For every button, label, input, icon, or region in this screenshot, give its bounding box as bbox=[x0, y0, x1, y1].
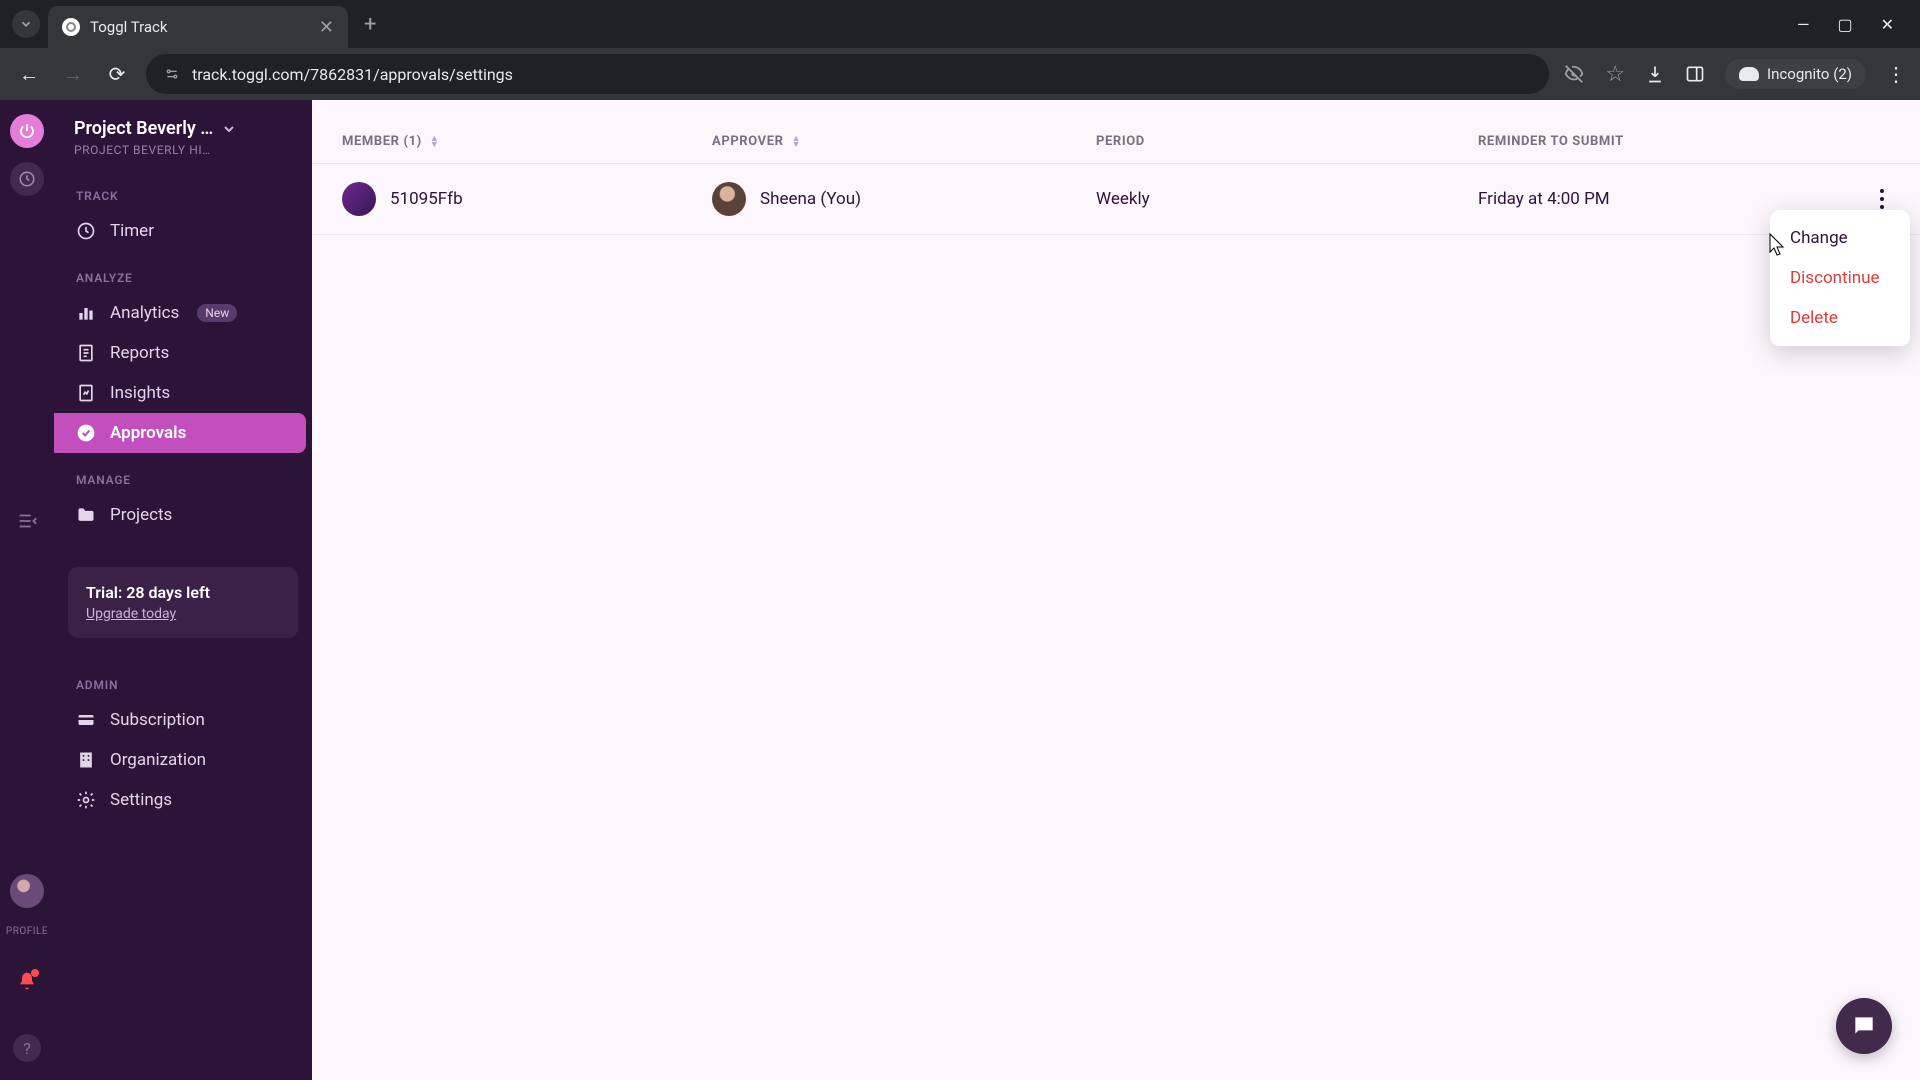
browser-chrome: Toggl Track ✕ + — ▢ ✕ ← → ⟳ track.toggl.… bbox=[0, 0, 1920, 100]
tab-close-icon[interactable]: ✕ bbox=[319, 17, 334, 38]
sidebar: Project Beverly … PROJECT BEVERLY HI… TR… bbox=[54, 100, 312, 1080]
folder-icon bbox=[76, 505, 96, 525]
tab-bar: Toggl Track ✕ + — ▢ ✕ bbox=[0, 0, 1920, 48]
new-tab-button[interactable]: + bbox=[356, 12, 384, 37]
url-text: track.toggl.com/7862831/approvals/settin… bbox=[192, 65, 513, 84]
column-header-approver[interactable]: APPROVER ▲▼ bbox=[712, 134, 1096, 149]
window-controls: — ▢ ✕ bbox=[1797, 15, 1912, 34]
rail-toggl-icon[interactable] bbox=[10, 114, 44, 148]
column-header-reminder[interactable]: REMINDER TO SUBMIT bbox=[1478, 134, 1890, 149]
browser-menu-icon[interactable]: ⋮ bbox=[1886, 62, 1906, 86]
column-header-member[interactable]: MEMBER (1) ▲▼ bbox=[342, 134, 712, 149]
cell-period: Weekly bbox=[1096, 189, 1478, 209]
sidebar-item-insights[interactable]: Insights bbox=[54, 373, 306, 413]
rail-profile-avatar[interactable] bbox=[10, 874, 44, 908]
rail-profile-label: PROFILE bbox=[6, 926, 48, 937]
building-icon bbox=[76, 750, 96, 770]
reload-button[interactable]: ⟳ bbox=[102, 59, 132, 89]
row-context-menu: Change Discontinue Delete bbox=[1770, 210, 1910, 346]
clock-icon bbox=[76, 221, 96, 241]
incognito-icon bbox=[1739, 67, 1759, 81]
sort-icon: ▲▼ bbox=[792, 136, 802, 148]
side-panel-icon[interactable] bbox=[1685, 64, 1705, 84]
gear-icon bbox=[76, 790, 96, 810]
url-field[interactable]: track.toggl.com/7862831/approvals/settin… bbox=[146, 54, 1549, 94]
document-icon bbox=[76, 343, 96, 363]
card-icon bbox=[76, 710, 96, 730]
back-button[interactable]: ← bbox=[14, 59, 44, 89]
cell-approver: Sheena (You) bbox=[712, 182, 1096, 216]
left-rail: PROFILE ? bbox=[0, 100, 54, 1080]
tab-favicon bbox=[62, 18, 80, 36]
app-root: PROFILE ? Project Beverly … PROJECT BEVE… bbox=[0, 100, 1920, 1080]
tab-search-dropdown[interactable] bbox=[12, 10, 40, 38]
sidebar-item-label: Timer bbox=[110, 221, 154, 241]
nav-heading-track: TRACK bbox=[54, 175, 312, 211]
sidebar-item-timer[interactable]: Timer bbox=[54, 211, 306, 251]
sidebar-item-organization[interactable]: Organization bbox=[54, 740, 306, 780]
site-info-icon[interactable] bbox=[164, 66, 180, 82]
workspace-name: Project Beverly … bbox=[74, 118, 213, 139]
cell-member: 51095Ffb bbox=[342, 182, 712, 216]
sidebar-item-projects[interactable]: Projects bbox=[54, 495, 306, 535]
rail-clock-icon[interactable] bbox=[10, 162, 44, 196]
chevron-down-icon bbox=[221, 121, 237, 137]
workspace-subtitle: PROJECT BEVERLY HI… bbox=[74, 143, 292, 157]
sidebar-item-label: Projects bbox=[110, 505, 172, 525]
forward-button[interactable]: → bbox=[58, 59, 88, 89]
tab-title: Toggl Track bbox=[90, 18, 168, 36]
new-badge: New bbox=[197, 304, 237, 322]
rail-notifications-icon[interactable] bbox=[17, 971, 37, 996]
trial-banner: Trial: 28 days left Upgrade today bbox=[68, 567, 298, 638]
sidebar-item-settings[interactable]: Settings bbox=[54, 780, 306, 820]
maximize-icon[interactable]: ▢ bbox=[1837, 15, 1852, 34]
sidebar-item-subscription[interactable]: Subscription bbox=[54, 700, 306, 740]
lightbulb-icon bbox=[76, 383, 96, 403]
workspace-switcher[interactable]: Project Beverly … PROJECT BEVERLY HI… bbox=[54, 110, 312, 175]
eye-off-icon[interactable] bbox=[1563, 63, 1585, 85]
approver-avatar bbox=[712, 182, 746, 216]
rail-help-icon[interactable]: ? bbox=[13, 1034, 41, 1062]
sidebar-item-label: Insights bbox=[110, 383, 170, 403]
check-circle-icon bbox=[76, 423, 96, 443]
table-row: 51095Ffb Sheena (You) Weekly Friday at 4… bbox=[312, 164, 1920, 235]
context-discontinue[interactable]: Discontinue bbox=[1770, 258, 1910, 298]
sort-icon: ▲▼ bbox=[430, 136, 440, 148]
upgrade-link[interactable]: Upgrade today bbox=[86, 606, 280, 622]
context-delete[interactable]: Delete bbox=[1770, 298, 1910, 338]
bookmark-icon[interactable]: ☆ bbox=[1605, 62, 1625, 87]
incognito-label: Incognito (2) bbox=[1767, 65, 1852, 83]
table-header: MEMBER (1) ▲▼ APPROVER ▲▼ PERIOD REMINDE… bbox=[312, 100, 1920, 164]
bar-chart-icon bbox=[76, 303, 96, 323]
sidebar-item-reports[interactable]: Reports bbox=[54, 333, 306, 373]
trial-title: Trial: 28 days left bbox=[86, 583, 280, 602]
approvals-table: MEMBER (1) ▲▼ APPROVER ▲▼ PERIOD REMINDE… bbox=[312, 100, 1920, 235]
sidebar-item-analytics[interactable]: Analytics New bbox=[54, 293, 306, 333]
sidebar-item-label: Approvals bbox=[110, 423, 186, 443]
incognito-badge[interactable]: Incognito (2) bbox=[1725, 59, 1866, 89]
sidebar-item-label: Subscription bbox=[110, 710, 205, 730]
sidebar-item-approvals[interactable]: Approvals bbox=[54, 413, 306, 453]
browser-tab[interactable]: Toggl Track ✕ bbox=[48, 6, 348, 48]
nav-heading-admin: ADMIN bbox=[54, 664, 312, 700]
sidebar-item-label: Analytics bbox=[110, 303, 179, 323]
column-header-period[interactable]: PERIOD bbox=[1096, 134, 1478, 149]
main-content: MEMBER (1) ▲▼ APPROVER ▲▼ PERIOD REMINDE… bbox=[312, 100, 1920, 1080]
sidebar-item-label: Organization bbox=[110, 750, 206, 770]
context-change[interactable]: Change bbox=[1770, 218, 1910, 258]
minimize-icon[interactable]: — bbox=[1797, 15, 1810, 34]
nav-heading-manage: MANAGE bbox=[54, 459, 312, 495]
rail-collapse-icon[interactable] bbox=[10, 510, 44, 537]
address-bar: ← → ⟳ track.toggl.com/7862831/approvals/… bbox=[0, 48, 1920, 100]
sidebar-item-label: Reports bbox=[110, 343, 169, 363]
member-name: 51095Ffb bbox=[390, 189, 463, 209]
intercom-chat-button[interactable] bbox=[1836, 998, 1892, 1054]
close-window-icon[interactable]: ✕ bbox=[1881, 15, 1894, 34]
address-actions: ☆ Incognito (2) ⋮ bbox=[1563, 59, 1906, 89]
sidebar-item-label: Settings bbox=[110, 790, 172, 810]
download-icon[interactable] bbox=[1645, 64, 1665, 84]
nav-heading-analyze: ANALYZE bbox=[54, 257, 312, 293]
approver-name: Sheena (You) bbox=[760, 189, 861, 209]
member-avatar bbox=[342, 182, 376, 216]
